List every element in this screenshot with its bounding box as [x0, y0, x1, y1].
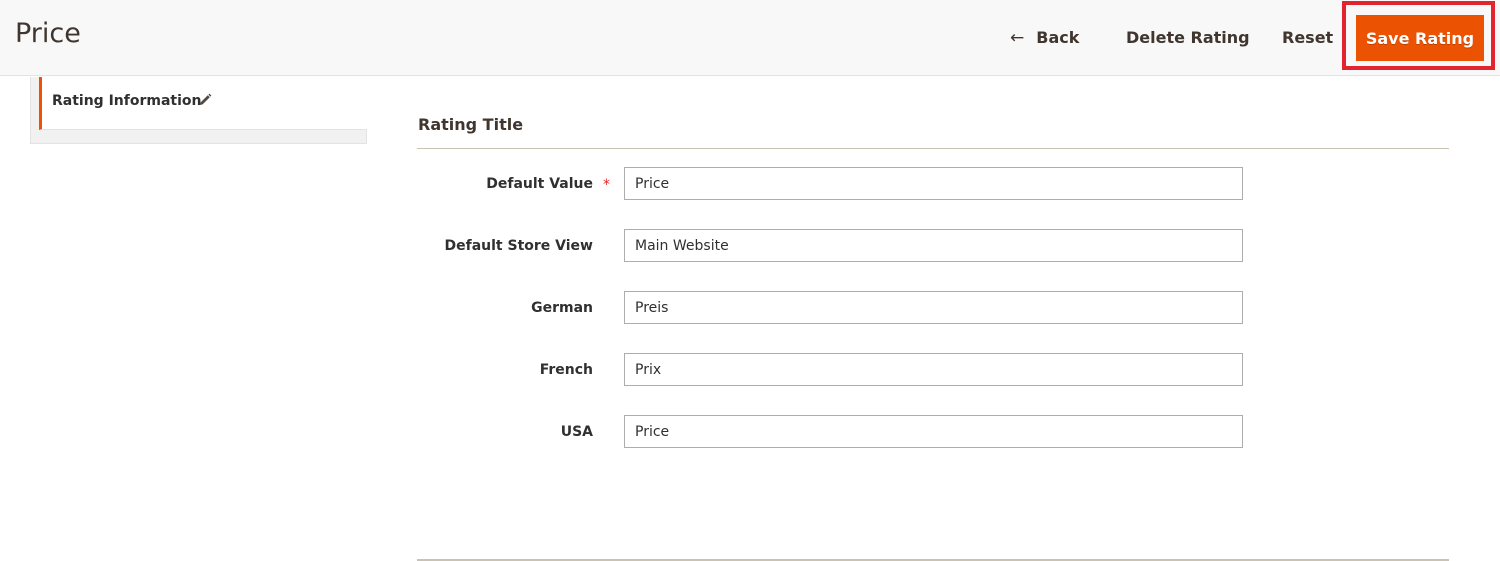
- reset-button[interactable]: Reset: [1282, 24, 1333, 52]
- default-value-input[interactable]: [624, 167, 1243, 200]
- german-input[interactable]: [624, 291, 1243, 324]
- french-label: French: [539, 362, 593, 378]
- usa-label: USA: [560, 424, 593, 440]
- german-label: German: [531, 300, 593, 316]
- tab-rating-information[interactable]: Rating Information: [39, 77, 367, 130]
- back-button-label: Back: [1036, 28, 1080, 47]
- delete-rating-button[interactable]: Delete Rating: [1126, 24, 1250, 52]
- back-button[interactable]: ← Back: [1010, 24, 1079, 52]
- pencil-icon: [197, 92, 213, 108]
- required-icon: *: [603, 177, 610, 193]
- usa-input[interactable]: [624, 415, 1243, 448]
- french-input[interactable]: [624, 353, 1243, 386]
- default-store-view-input[interactable]: [624, 229, 1243, 262]
- save-rating-button[interactable]: Save Rating: [1356, 15, 1484, 61]
- fieldset-title: Rating Title: [418, 115, 524, 134]
- sidebar-tabs: Rating Information: [30, 77, 367, 144]
- page-header: Price ← Back Delete Rating Reset Save Rat…: [0, 0, 1500, 76]
- default-store-view-label: Default Store View: [444, 238, 593, 254]
- tab-label: Rating Information: [52, 93, 202, 109]
- divider: [417, 148, 1449, 149]
- arrow-left-icon: ←: [1010, 28, 1025, 48]
- page-actions: ← Back Delete Rating Reset Save Rating: [0, 0, 1500, 76]
- default-value-label: Default Value: [486, 176, 593, 192]
